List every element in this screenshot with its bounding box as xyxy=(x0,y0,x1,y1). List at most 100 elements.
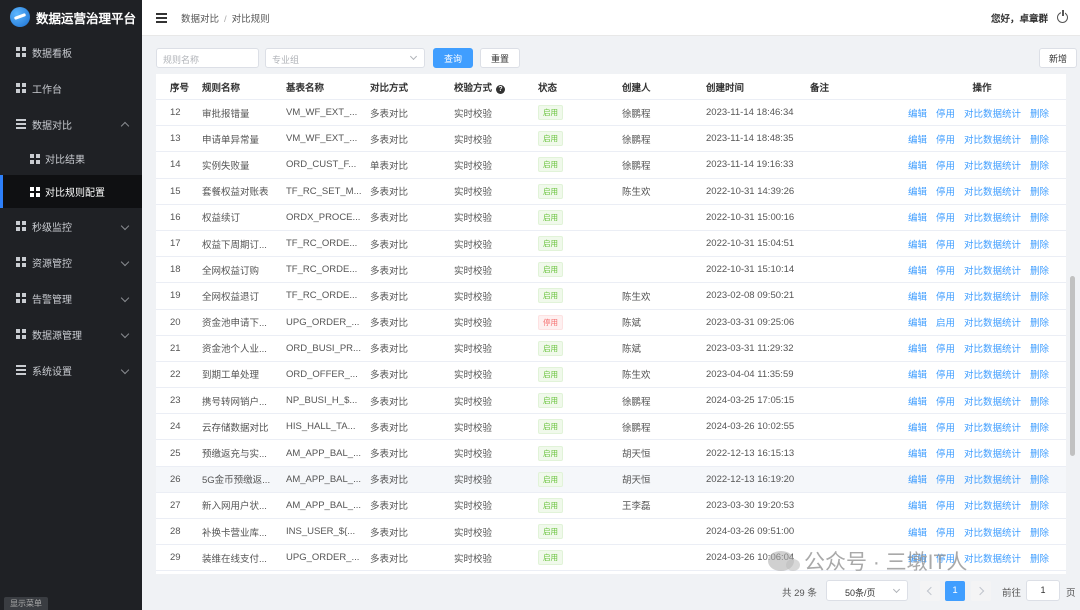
delete-button[interactable]: 删除 xyxy=(1030,472,1049,486)
edit-button[interactable]: 编辑 xyxy=(908,315,927,329)
sidebar-item-resource-control[interactable]: 资源管控 xyxy=(0,244,142,280)
prev-page-button[interactable] xyxy=(920,581,940,601)
stats-button[interactable]: 对比数据统计 xyxy=(964,472,1021,486)
reset-button[interactable]: 重置 xyxy=(480,48,520,68)
toggle-status-button[interactable]: 停用 xyxy=(936,498,955,512)
stats-button[interactable]: 对比数据统计 xyxy=(964,237,1021,251)
toggle-status-button[interactable]: 停用 xyxy=(936,420,955,434)
delete-button[interactable]: 删除 xyxy=(1030,289,1049,303)
stats-button[interactable]: 对比数据统计 xyxy=(964,446,1021,460)
sidebar-subitem-compare-result[interactable]: 对比结果 xyxy=(0,142,142,175)
delete-button[interactable]: 删除 xyxy=(1030,158,1049,172)
table-row[interactable]: 20 资金池申请下... UPG_ORDER_... 多表对比 实时校验 停用 陈斌 2023… xyxy=(156,310,1066,336)
toggle-status-button[interactable]: 启用 xyxy=(936,315,955,329)
delete-button[interactable]: 删除 xyxy=(1030,446,1049,460)
toggle-status-button[interactable]: 停用 xyxy=(936,106,955,120)
stats-button[interactable]: 对比数据统计 xyxy=(964,420,1021,434)
edit-button[interactable]: 编辑 xyxy=(908,106,927,120)
edit-button[interactable]: 编辑 xyxy=(908,367,927,381)
edit-button[interactable]: 编辑 xyxy=(908,420,927,434)
stats-button[interactable]: 对比数据统计 xyxy=(964,263,1021,277)
toggle-status-button[interactable]: 停用 xyxy=(936,263,955,277)
delete-button[interactable]: 删除 xyxy=(1030,498,1049,512)
stats-button[interactable]: 对比数据统计 xyxy=(964,132,1021,146)
toggle-status-button[interactable]: 停用 xyxy=(936,525,955,539)
table-row[interactable]: 21 资金池个人业... ORD_BUSI_PR... 多表对比 实时校验 启用 陈斌 202… xyxy=(156,336,1066,362)
help-icon[interactable]: ? xyxy=(496,84,506,94)
sidebar-item-workbench[interactable]: 工作台 xyxy=(0,70,142,106)
sidebar-item-data-compare[interactable]: 数据对比 xyxy=(0,106,142,142)
sidebar-subitem-compare-rule-config[interactable]: 对比规则配置 xyxy=(0,175,142,208)
delete-button[interactable]: 删除 xyxy=(1030,420,1049,434)
edit-button[interactable]: 编辑 xyxy=(908,498,927,512)
delete-button[interactable]: 删除 xyxy=(1030,184,1049,198)
delete-button[interactable]: 删除 xyxy=(1030,315,1049,329)
edit-button[interactable]: 编辑 xyxy=(908,341,927,355)
stats-button[interactable]: 对比数据统计 xyxy=(964,341,1021,355)
delete-button[interactable]: 删除 xyxy=(1030,263,1049,277)
table-row[interactable]: 16 权益续订 ORDX_PROCE... 多表对比 实时校验 启用 2022-10-31 … xyxy=(156,205,1066,231)
delete-button[interactable]: 删除 xyxy=(1030,367,1049,381)
toggle-status-button[interactable]: 停用 xyxy=(936,472,955,486)
delete-button[interactable]: 删除 xyxy=(1030,132,1049,146)
rule-name-input[interactable]: 规则名称 xyxy=(156,48,259,68)
stats-button[interactable]: 对比数据统计 xyxy=(964,394,1021,408)
stats-button[interactable]: 对比数据统计 xyxy=(964,184,1021,198)
edit-button[interactable]: 编辑 xyxy=(908,394,927,408)
table-row[interactable]: 15 套餐权益对账表 TF_RC_SET_M... 多表对比 实时校验 启用 陈生欢 2022… xyxy=(156,179,1066,205)
delete-button[interactable]: 删除 xyxy=(1030,394,1049,408)
toggle-status-button[interactable]: 停用 xyxy=(936,237,955,251)
edit-button[interactable]: 编辑 xyxy=(908,237,927,251)
delete-button[interactable]: 删除 xyxy=(1030,210,1049,224)
stats-button[interactable]: 对比数据统计 xyxy=(964,158,1021,172)
stats-button[interactable]: 对比数据统计 xyxy=(964,289,1021,303)
toggle-status-button[interactable]: 停用 xyxy=(936,158,955,172)
sidebar-toggle[interactable]: 显示菜单 xyxy=(4,597,48,610)
edit-button[interactable]: 编辑 xyxy=(908,472,927,486)
table-row[interactable]: 19 全网权益退订 TF_RC_ORDE... 多表对比 实时校验 启用 陈生欢 2023-0… xyxy=(156,283,1066,310)
stats-button[interactable]: 对比数据统计 xyxy=(964,551,1021,565)
table-row[interactable]: 23 携号转网销户... NP_BUSI_H_$... 多表对比 实时校验 启用 徐鹏程 20… xyxy=(156,388,1066,415)
add-button[interactable]: 新增 xyxy=(1039,48,1077,68)
delete-button[interactable]: 删除 xyxy=(1030,551,1049,565)
table-row[interactable]: 27 新入网用户状... AM_APP_BAL_... 多表对比 实时校验 启用 王李磊 20… xyxy=(156,493,1066,519)
stats-button[interactable]: 对比数据统计 xyxy=(964,106,1021,120)
toggle-status-button[interactable]: 停用 xyxy=(936,210,955,224)
edit-button[interactable]: 编辑 xyxy=(908,446,927,460)
table-row[interactable]: 26 5G金币预缴返... AM_APP_BAL_... 多表对比 实时校验 启用 胡天恒 2… xyxy=(156,466,1066,493)
table-row[interactable]: 12 审批报错量 VM_WF_EXT_... 多表对比 实时校验 启用 徐鹏程 2023-11… xyxy=(156,100,1066,127)
sidebar-item-second-monitor[interactable]: 秒级监控 xyxy=(0,208,142,244)
toggle-status-button[interactable]: 停用 xyxy=(936,394,955,408)
table-row[interactable]: 17 权益下周期订... TF_RC_ORDE... 多表对比 实时校验 启用 2022-1… xyxy=(156,231,1066,258)
delete-button[interactable]: 删除 xyxy=(1030,525,1049,539)
sidebar-item-alert[interactable]: 告警管理 xyxy=(0,280,142,316)
page-number-current[interactable]: 1 xyxy=(945,581,965,601)
stats-button[interactable]: 对比数据统计 xyxy=(964,525,1021,539)
table-row[interactable]: 14 实例失败量 ORD_CUST_F... 单表对比 实时校验 启用 徐鹏程 2023-11… xyxy=(156,152,1066,179)
delete-button[interactable]: 删除 xyxy=(1030,237,1049,251)
toggle-status-button[interactable]: 停用 xyxy=(936,367,955,381)
table-row[interactable]: 18 全网权益订购 TF_RC_ORDE... 多表对比 实时校验 启用 2022-10-3… xyxy=(156,257,1066,284)
toggle-status-button[interactable]: 停用 xyxy=(936,184,955,198)
toggle-status-button[interactable]: 停用 xyxy=(936,341,955,355)
table-row[interactable]: 25 预缴返充与实... AM_APP_BAL_... 多表对比 实时校验 启用 胡天恒 20… xyxy=(156,440,1066,467)
edit-button[interactable]: 编辑 xyxy=(908,525,927,539)
sidebar-item-dashboard[interactable]: 数据看板 xyxy=(0,34,142,70)
edit-button[interactable]: 编辑 xyxy=(908,132,927,146)
edit-button[interactable]: 编辑 xyxy=(908,158,927,172)
stats-button[interactable]: 对比数据统计 xyxy=(964,210,1021,224)
toggle-status-button[interactable]: 停用 xyxy=(936,446,955,460)
group-select[interactable]: 专业组 xyxy=(265,48,425,68)
edit-button[interactable]: 编辑 xyxy=(908,184,927,198)
query-button[interactable]: 查询 xyxy=(433,48,473,68)
delete-button[interactable]: 删除 xyxy=(1030,106,1049,120)
edit-button[interactable]: 编辑 xyxy=(908,210,927,224)
goto-page-input[interactable]: 1 xyxy=(1026,580,1060,601)
delete-button[interactable]: 删除 xyxy=(1030,341,1049,355)
hamburger-icon[interactable] xyxy=(156,11,167,25)
table-row[interactable]: 24 云存储数据对比 HIS_HALL_TA... 多表对比 实时校验 启用 徐鹏程 2024… xyxy=(156,414,1066,441)
page-size-select[interactable]: 50条/页 xyxy=(826,580,908,601)
stats-button[interactable]: 对比数据统计 xyxy=(964,367,1021,381)
stats-button[interactable]: 对比数据统计 xyxy=(964,498,1021,512)
table-row[interactable]: 22 到期工单处理 ORD_OFFER_... 多表对比 实时校验 启用 陈生欢 2023-0… xyxy=(156,362,1066,389)
